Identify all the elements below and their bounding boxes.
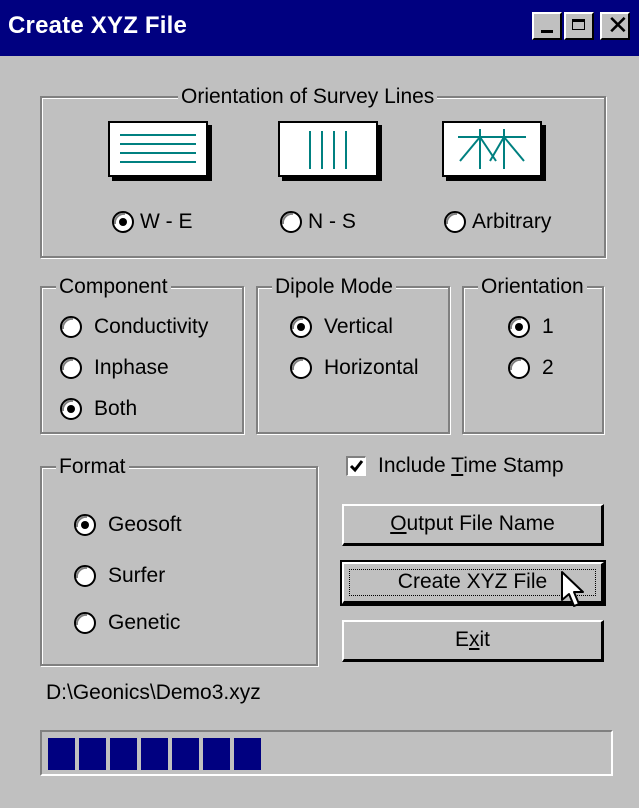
radio-genetic[interactable] xyxy=(74,612,96,634)
radio-orientation-2-label: 2 xyxy=(542,356,554,379)
format-group: Format Geosoft Surfer Genetic xyxy=(40,454,318,666)
radio-arbitrary[interactable] xyxy=(444,211,466,233)
format-legend: Format xyxy=(56,454,129,480)
progress-block xyxy=(79,738,106,770)
progress-block xyxy=(110,738,137,770)
close-button[interactable]: ✕ xyxy=(600,11,630,41)
arbitrary-lines-icon-graphic xyxy=(458,129,526,169)
progress-bar xyxy=(40,730,613,776)
output-button-accel: O xyxy=(390,512,407,535)
radio-surfer[interactable] xyxy=(74,565,96,587)
radio-w-e-label: W - E xyxy=(140,210,193,233)
output-button-label: utput File Name xyxy=(406,512,555,535)
time-stamp-label-post: ime Stamp xyxy=(463,454,564,477)
radio-horizontal[interactable] xyxy=(290,357,312,379)
component-legend: Component xyxy=(56,274,171,300)
horizontal-lines-icon[interactable] xyxy=(108,121,208,177)
radio-n-s[interactable] xyxy=(280,211,302,233)
horizontal-lines-icon-graphic xyxy=(120,134,196,163)
radio-w-e[interactable] xyxy=(112,211,134,233)
radio-vertical-label: Vertical xyxy=(324,315,393,338)
orientation-legend: Orientation xyxy=(478,274,587,300)
window-title: Create XYZ File xyxy=(8,12,188,39)
radio-both[interactable] xyxy=(60,398,82,420)
dipole-mode-legend: Dipole Mode xyxy=(272,274,396,300)
time-stamp-checkbox[interactable] xyxy=(346,456,366,476)
minimize-button[interactable] xyxy=(532,12,562,40)
radio-orientation-1[interactable] xyxy=(508,316,530,338)
radio-surfer-label: Surfer xyxy=(108,564,166,587)
radio-both-label: Both xyxy=(94,397,138,420)
progress-block xyxy=(172,738,199,770)
maximize-button[interactable] xyxy=(564,12,594,40)
vertical-lines-icon-graphic xyxy=(309,131,347,169)
radio-inphase[interactable] xyxy=(60,357,82,379)
radio-conductivity[interactable] xyxy=(60,316,82,338)
progress-block xyxy=(141,738,168,770)
progress-block xyxy=(48,738,75,770)
output-file-path: D:\Geonics\Demo3.xyz xyxy=(46,681,261,704)
radio-n-s-label: N - S xyxy=(308,210,356,233)
exit-button-pre: E xyxy=(454,628,469,651)
create-button-label: Create XYZ File xyxy=(397,570,548,593)
time-stamp-label[interactable]: Include Time Stamp xyxy=(378,453,564,479)
time-stamp-label-pre: Include xyxy=(378,454,452,477)
radio-genetic-label: Genetic xyxy=(108,611,181,634)
orientation-group: Orientation 1 2 xyxy=(462,274,604,434)
radio-geosoft[interactable] xyxy=(74,514,96,536)
dipole-mode-group: Dipole Mode Vertical Horizontal xyxy=(256,274,450,434)
output-file-name-button[interactable]: Output File Name xyxy=(342,504,604,546)
radio-horizontal-label: Horizontal xyxy=(324,356,419,379)
progress-block xyxy=(203,738,230,770)
progress-block xyxy=(234,738,261,770)
radio-orientation-2[interactable] xyxy=(508,357,530,379)
time-stamp-label-accel: T xyxy=(451,454,464,477)
exit-button-accel: x xyxy=(469,628,480,651)
vertical-lines-icon[interactable] xyxy=(278,121,378,177)
mouse-cursor-icon xyxy=(561,571,584,607)
radio-geosoft-label: Geosoft xyxy=(108,513,182,536)
title-bar[interactable]: Create XYZ File ✕ xyxy=(0,0,639,56)
radio-orientation-1-label: 1 xyxy=(542,315,554,338)
close-icon: ✕ xyxy=(607,11,629,41)
radio-vertical[interactable] xyxy=(290,316,312,338)
create-xyz-dialog: Create XYZ File ✕ Orientation of Survey … xyxy=(0,0,639,808)
radio-arbitrary-label: Arbitrary xyxy=(472,210,552,233)
component-group: Component Conductivity Inphase Both xyxy=(40,274,244,434)
exit-button[interactable]: Exit xyxy=(342,620,604,662)
survey-lines-group: Orientation of Survey Lines W - E N - S … xyxy=(40,84,606,258)
radio-conductivity-label: Conductivity xyxy=(94,315,209,338)
arbitrary-lines-icon[interactable] xyxy=(442,121,542,177)
check-icon xyxy=(349,460,364,473)
survey-lines-legend: Orientation of Survey Lines xyxy=(178,84,438,110)
radio-inphase-label: Inphase xyxy=(94,356,169,379)
exit-button-post: it xyxy=(479,628,491,651)
